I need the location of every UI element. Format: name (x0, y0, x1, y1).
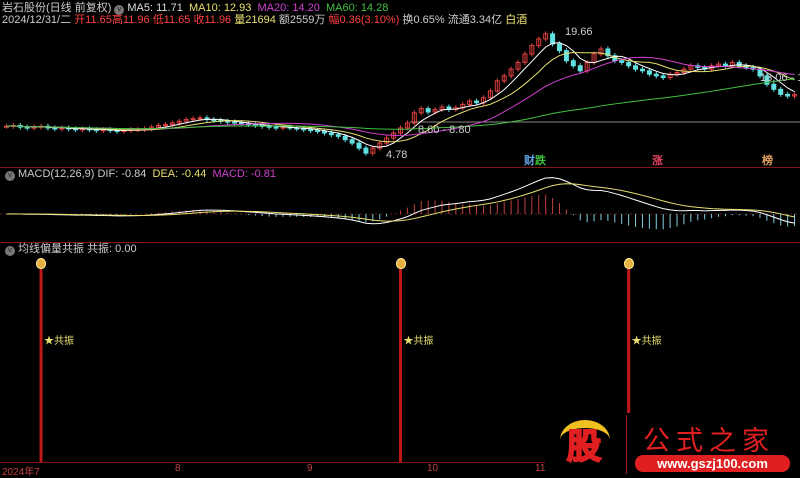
candle (197, 117, 203, 120)
candle (563, 50, 569, 62)
xaxis-label: 11 (535, 463, 546, 474)
candle (626, 61, 632, 67)
candle (425, 108, 431, 113)
signal-bang: 榜 (762, 155, 773, 167)
money-bag-icon (36, 258, 47, 269)
candle (349, 139, 355, 144)
candle (785, 93, 791, 97)
xaxis-label: 8 (175, 463, 181, 474)
candle (653, 73, 659, 77)
macd-header: ˅ MACD(12,26,9) DIF: -0.84 DEA: -0.44 MAC… (2, 168, 276, 181)
xaxis-label: 10 (427, 463, 439, 474)
candle (356, 142, 362, 149)
candle (633, 65, 639, 70)
candle (619, 60, 625, 63)
candle (577, 65, 583, 72)
site-logo: 股 公式之家 www.gszj100.com (555, 415, 800, 474)
resonance-label: ★共振 (631, 336, 662, 347)
kline-chart[interactable] (0, 0, 800, 474)
candle (363, 147, 369, 154)
dif-line (6, 177, 795, 225)
resonance-label: ★共振 (44, 336, 75, 347)
candle (335, 134, 341, 137)
candle (771, 83, 777, 90)
xaxis-label: 9 (307, 463, 313, 474)
candle (190, 118, 196, 121)
chevron-down-icon[interactable]: ˅ (5, 246, 15, 256)
candle (301, 128, 307, 131)
candle (570, 60, 576, 67)
candle (722, 63, 728, 67)
candle (778, 88, 784, 95)
money-bag-icon (395, 258, 406, 269)
candle (474, 100, 480, 104)
candle (328, 132, 334, 136)
candle (162, 124, 168, 127)
signal-zhang: 涨 (652, 155, 663, 167)
candle (273, 126, 279, 129)
max-price-label: 19.66 (565, 26, 593, 38)
resonance-label: ★共振 (403, 336, 434, 347)
candle (342, 135, 348, 141)
min-price-label: 4.78 (386, 149, 408, 161)
money-bag-icon (623, 258, 634, 269)
candle (550, 33, 556, 45)
chevron-down-icon[interactable]: ˅ (5, 171, 15, 181)
dea-line (6, 183, 795, 222)
range-label-2: 13.06 - 12 (760, 72, 800, 84)
resonance-header: ˅ 均线偏量共振 共振: 0.00 (2, 243, 137, 256)
xaxis-label: 2024年7 (2, 467, 40, 478)
candle (308, 129, 314, 132)
range-label-1: 8.60 - 8.80 (418, 124, 471, 136)
candle (639, 68, 645, 72)
candle (646, 70, 652, 75)
candle (232, 121, 238, 124)
candle (24, 126, 30, 129)
candle (557, 43, 562, 52)
axis-line (0, 462, 545, 463)
candle (660, 75, 666, 79)
candle (225, 120, 231, 123)
signal-cai-die: 财跌 (524, 155, 546, 167)
candle (239, 122, 244, 125)
candle (321, 130, 327, 134)
candle (315, 129, 321, 132)
